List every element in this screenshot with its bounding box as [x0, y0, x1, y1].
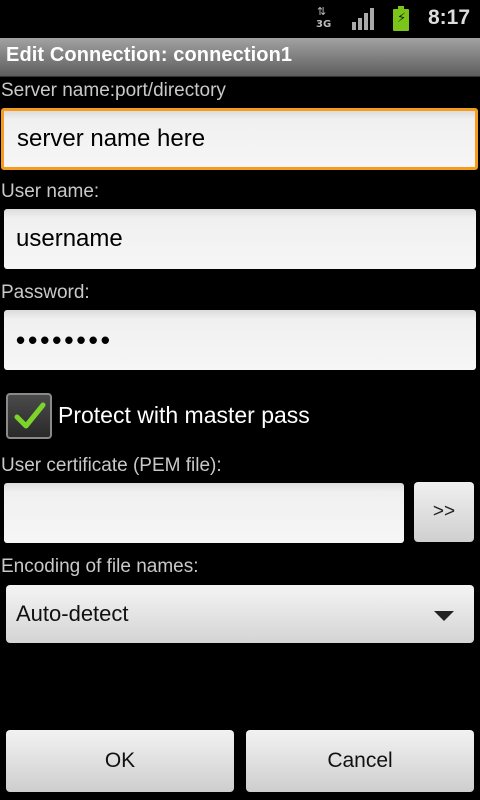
ok-button[interactable]: OK	[6, 730, 234, 792]
username-label: User name:	[1, 181, 100, 202]
dialog-title: Edit Connection: connection1	[6, 44, 293, 66]
password-label: Password:	[1, 282, 90, 303]
encoding-label: Encoding of file names:	[1, 556, 199, 577]
3g-data-icon: ⇅ 3G	[316, 5, 332, 30]
cancel-button[interactable]: Cancel	[246, 730, 474, 792]
protect-master-pass-label[interactable]: Protect with master pass	[58, 402, 310, 429]
browse-certificate-button[interactable]: >>	[414, 482, 474, 542]
server-input[interactable]: server name here	[1, 108, 478, 170]
checkmark-icon	[14, 402, 46, 429]
status-bar: ⇅ 3G ⚡ 8:17	[0, 0, 480, 38]
certificate-input[interactable]	[4, 483, 404, 543]
username-input[interactable]: username	[4, 209, 476, 269]
dropdown-arrow-icon	[434, 611, 454, 621]
encoding-selected-value: Auto-detect	[16, 601, 129, 626]
battery-charging-icon: ⚡	[393, 6, 409, 31]
status-time: 8:17	[428, 6, 471, 29]
certificate-label: User certificate (PEM file):	[1, 455, 222, 476]
server-label: Server name:port/directory	[1, 80, 226, 101]
password-input[interactable]: ••••••••	[4, 310, 476, 370]
protect-master-pass-checkbox[interactable]	[6, 393, 52, 439]
encoding-select[interactable]: Auto-detect	[6, 585, 474, 643]
signal-strength-icon	[352, 8, 378, 30]
dialog-title-bar: Edit Connection: connection1	[0, 38, 480, 77]
